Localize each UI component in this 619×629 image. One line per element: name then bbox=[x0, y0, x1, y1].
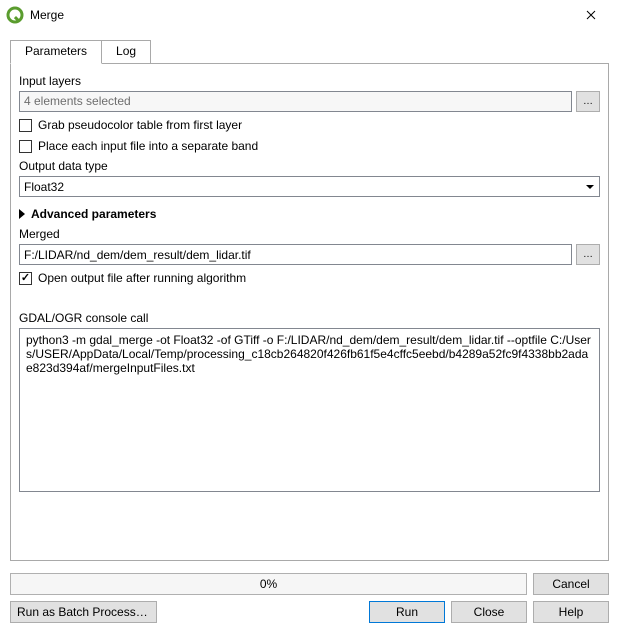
output-type-dropdown-button[interactable] bbox=[581, 177, 599, 196]
dialog-bottom: 0% Cancel Run as Batch Process… Run Clos… bbox=[0, 573, 619, 623]
progress-text: 0% bbox=[260, 577, 277, 591]
window-close-button[interactable] bbox=[571, 3, 611, 27]
tab-panel-parameters: Input layers 4 elements selected … Grab … bbox=[10, 63, 609, 561]
close-button[interactable]: Close bbox=[451, 601, 527, 623]
tab-bar: Parameters Log bbox=[10, 40, 609, 64]
grab-pseudocolor-option[interactable]: Grab pseudocolor table from first layer bbox=[19, 116, 600, 134]
input-layers-field: 4 elements selected bbox=[19, 91, 572, 112]
output-type-label: Output data type bbox=[19, 159, 600, 173]
advanced-parameters-header[interactable]: Advanced parameters bbox=[19, 207, 600, 221]
grab-pseudocolor-label: Grab pseudocolor table from first layer bbox=[38, 118, 242, 132]
run-button[interactable]: Run bbox=[369, 601, 445, 623]
chevron-right-icon bbox=[19, 209, 25, 219]
qgis-icon bbox=[6, 6, 24, 24]
merged-browse-button[interactable]: … bbox=[576, 244, 600, 265]
advanced-parameters-label: Advanced parameters bbox=[31, 207, 156, 221]
output-type-combo[interactable]: Float32 bbox=[19, 176, 600, 197]
input-layers-label: Input layers bbox=[19, 74, 600, 88]
merged-path-input[interactable] bbox=[19, 244, 572, 265]
console-call-box[interactable]: python3 -m gdal_merge -ot Float32 -of GT… bbox=[19, 328, 600, 492]
open-after-checkbox[interactable] bbox=[19, 272, 32, 285]
tab-parameters[interactable]: Parameters bbox=[10, 40, 102, 64]
separate-band-option[interactable]: Place each input file into a separate ba… bbox=[19, 137, 600, 155]
open-after-label: Open output file after running algorithm bbox=[38, 271, 246, 285]
grab-pseudocolor-checkbox[interactable] bbox=[19, 119, 32, 132]
separate-band-checkbox[interactable] bbox=[19, 140, 32, 153]
window-title: Merge bbox=[30, 8, 571, 22]
chevron-down-icon bbox=[586, 185, 594, 189]
output-type-value: Float32 bbox=[20, 180, 581, 194]
dialog-content: Parameters Log Input layers 4 elements s… bbox=[0, 30, 619, 569]
input-layers-browse-button[interactable]: … bbox=[576, 91, 600, 112]
console-call-label: GDAL/OGR console call bbox=[19, 311, 600, 325]
separate-band-label: Place each input file into a separate ba… bbox=[38, 139, 258, 153]
merged-label: Merged bbox=[19, 227, 600, 241]
cancel-button[interactable]: Cancel bbox=[533, 573, 609, 595]
run-as-batch-button[interactable]: Run as Batch Process… bbox=[10, 601, 157, 623]
help-button[interactable]: Help bbox=[533, 601, 609, 623]
titlebar: Merge bbox=[0, 0, 619, 30]
progress-bar: 0% bbox=[10, 573, 527, 595]
tab-log[interactable]: Log bbox=[101, 40, 151, 64]
open-after-option[interactable]: Open output file after running algorithm bbox=[19, 269, 600, 287]
